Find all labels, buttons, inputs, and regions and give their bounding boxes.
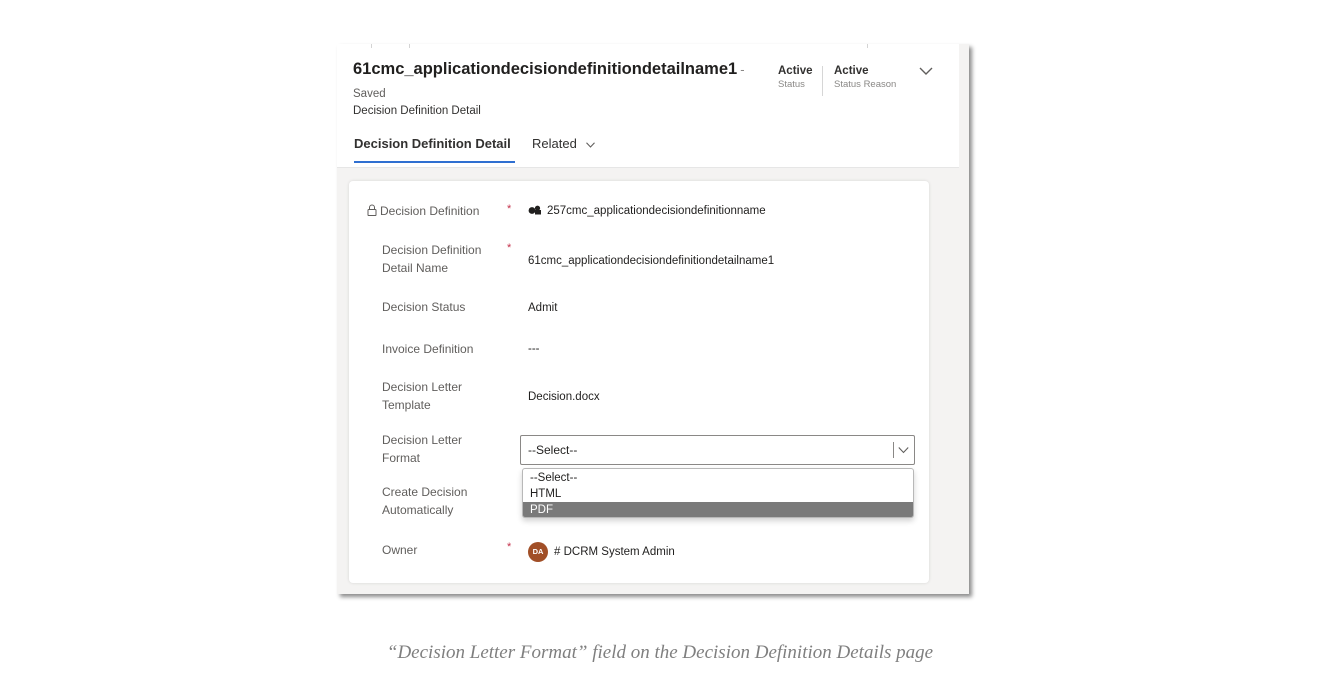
chevron-down-icon bbox=[898, 447, 909, 454]
top-divider bbox=[371, 44, 372, 48]
status-label: Status bbox=[778, 79, 805, 90]
letter-format-selected: --Select-- bbox=[528, 443, 578, 457]
screenshot-frame: 61cmc_applicationdecisiondefinitiondetai… bbox=[337, 44, 969, 594]
top-divider bbox=[409, 44, 410, 48]
letter-template-field[interactable]: Decision.docx bbox=[528, 391, 600, 403]
record-title: 61cmc_applicationdecisiondefinitiondetai… bbox=[353, 60, 745, 79]
create-automatically-label: Create Decision Automatically bbox=[382, 485, 468, 517]
required-indicator: * bbox=[507, 242, 512, 254]
option-html[interactable]: HTML bbox=[523, 486, 913, 502]
decision-status-field[interactable]: Admit bbox=[528, 302, 557, 314]
invoice-definition-field[interactable]: --- bbox=[528, 343, 540, 355]
owner-value: # DCRM System Admin bbox=[554, 546, 675, 559]
header-status-reason-field: Active Status Reason bbox=[834, 65, 896, 90]
detail-name-field[interactable]: 61cmc_applicationdecisiondefinitiondetai… bbox=[528, 255, 774, 267]
lock-icon bbox=[367, 204, 377, 216]
decision-definition-label-text: Decision Definition bbox=[380, 204, 480, 218]
page: 61cmc_applicationdecisiondefinitiondetai… bbox=[0, 0, 1320, 682]
form-section: Decision Definition * 257cmc_application… bbox=[349, 181, 929, 583]
decision-definition-value: 257cmc_applicationdecisiondefinitionname bbox=[547, 205, 766, 217]
header-status-field: Active Status bbox=[778, 65, 813, 90]
letter-format-label: Decision Letter Format bbox=[382, 433, 463, 465]
decision-status-label: Decision Status bbox=[382, 300, 466, 314]
invoice-definition-label: Invoice Definition bbox=[382, 342, 474, 356]
lookup-entity-icon bbox=[528, 205, 541, 215]
option-pdf[interactable]: PDF bbox=[523, 502, 913, 517]
record-title-text: 61cmc_applicationdecisiondefinitiondetai… bbox=[353, 60, 738, 78]
status-reason-label: Status Reason bbox=[834, 79, 897, 90]
title-dash: - bbox=[740, 62, 745, 77]
chevron-down-icon[interactable] bbox=[919, 66, 933, 76]
decision-definition-lookup[interactable]: 257cmc_applicationdecisiondefinitionname bbox=[528, 205, 766, 217]
status-reason-value: Active bbox=[834, 65, 869, 77]
letter-template-label: Decision Letter Template bbox=[382, 380, 463, 412]
select-divider bbox=[893, 442, 894, 458]
option-select[interactable]: --Select-- bbox=[523, 470, 913, 486]
chevron-down-icon bbox=[586, 141, 596, 148]
owner-label: Owner bbox=[382, 543, 418, 557]
header-separator bbox=[822, 66, 823, 96]
save-status: Saved bbox=[353, 88, 386, 100]
owner-lookup[interactable]: DA # DCRM System Admin bbox=[528, 542, 675, 562]
decision-definition-label: Decision Definition bbox=[367, 202, 487, 220]
tab-decision-definition-detail[interactable]: Decision Definition Detail bbox=[354, 136, 511, 151]
letter-format-select[interactable]: --Select-- bbox=[520, 435, 915, 465]
record-header: 61cmc_applicationdecisiondefinitiondetai… bbox=[337, 44, 959, 168]
figure-caption: “Decision Letter Format” field on the De… bbox=[386, 642, 934, 663]
entity-name: Decision Definition Detail bbox=[353, 105, 481, 117]
required-indicator: * bbox=[507, 541, 512, 553]
tab-related[interactable]: Related bbox=[532, 136, 596, 151]
active-tab-indicator bbox=[354, 161, 515, 163]
letter-format-dropdown-list: --Select-- HTML PDF bbox=[522, 468, 914, 518]
tab-related-label: Related bbox=[532, 136, 577, 151]
status-value: Active bbox=[778, 65, 813, 77]
required-indicator: * bbox=[507, 203, 512, 215]
avatar: DA bbox=[528, 542, 548, 562]
top-divider bbox=[867, 44, 868, 48]
detail-name-label: Decision Definition Detail Name bbox=[382, 243, 482, 275]
